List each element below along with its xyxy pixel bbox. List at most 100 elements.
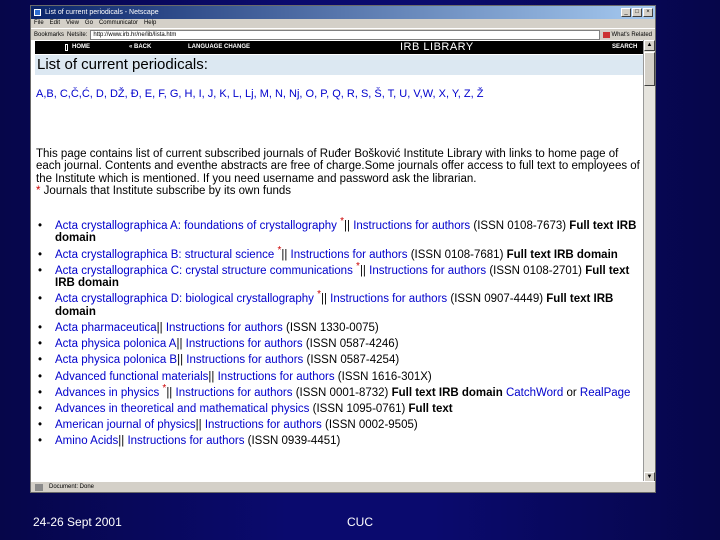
maximize-button[interactable]: □ [632, 8, 642, 17]
journal-title-link[interactable]: Acta physica polonica B [55, 354, 177, 366]
status-text: Document: Done [49, 484, 95, 490]
issn: (ISSN 1095-0761) [312, 403, 406, 416]
issn: (ISSN 1616-301X) [337, 370, 432, 383]
journal-title-link[interactable]: Acta pharmaceutica [55, 322, 157, 334]
separator: || [166, 386, 173, 399]
page-content: HOME « BACK LANGUAGE CHANGE IRB LIBRARY … [31, 40, 645, 483]
netscape-icon [34, 9, 41, 16]
journal-title-link[interactable]: Acta crystallographica D: biological cry… [55, 293, 314, 305]
nav-back-link[interactable]: « BACK [129, 41, 151, 54]
full-text-note: Full text IRB domain [506, 248, 618, 261]
menu-file[interactable]: File [34, 19, 44, 28]
menu-bar: File Edit View Go Communicator Help [31, 19, 655, 28]
bullet-icon: • [38, 322, 43, 335]
separator: || [176, 338, 183, 351]
issn: (ISSN 0108-2701) [489, 264, 583, 277]
bullet-icon: • [38, 403, 43, 416]
separator: || [359, 264, 366, 277]
journal-item: • Advances in theoretical and mathematica… [38, 403, 642, 415]
security-icon [35, 484, 43, 491]
instructions-link[interactable]: Instructions for authors [176, 387, 293, 399]
whats-related-button[interactable]: What's Related [602, 31, 653, 38]
status-bar: Document: Done [31, 481, 655, 492]
journal-title-link[interactable]: Acta crystallographica A: foundations of… [55, 220, 337, 232]
nav-language-link[interactable]: LANGUAGE CHANGE [188, 41, 250, 54]
journal-title-link[interactable]: Acta crystallographica B: structural sci… [55, 249, 274, 261]
full-text-note: Full text IRB domain [391, 386, 503, 399]
separator: || [156, 322, 163, 335]
separator: || [320, 293, 327, 306]
home-icon [65, 44, 68, 51]
vertical-scrollbar[interactable]: ▲ ▼ [643, 40, 655, 483]
journal-title-link[interactable]: Amino Acids [55, 435, 118, 447]
journal-item: • Acta physica polonica A|| Instructions … [38, 338, 642, 350]
page-title: List of current periodicals: [37, 56, 208, 73]
instructions-link[interactable]: Instructions for authors [186, 354, 303, 366]
slide-footer-center: CUC [347, 515, 373, 529]
menu-help[interactable]: Help [144, 19, 156, 28]
catchword-link[interactable]: CatchWord [506, 387, 563, 399]
menu-view[interactable]: View [66, 19, 79, 28]
bullet-icon: • [38, 338, 43, 351]
journal-item: • Acta pharmaceutica|| Instructions for a… [38, 322, 642, 334]
instructions-link[interactable]: Instructions for authors [127, 435, 244, 447]
journal-item: • Acta crystallographica D: biological cr… [38, 290, 642, 318]
instructions-link[interactable]: Instructions for authors [291, 249, 408, 261]
journal-title-link[interactable]: Acta crystallographica C: crystal struct… [55, 265, 353, 277]
instructions-link[interactable]: Instructions for authors [330, 293, 447, 305]
journal-item: • American journal of physics|| Instructi… [38, 419, 642, 431]
bullet-icon: • [38, 220, 43, 232]
issn: (ISSN 0907-4449) [450, 293, 544, 306]
menu-edit[interactable]: Edit [50, 19, 60, 28]
journal-item: • Amino Acids|| Instructions for authors … [38, 435, 642, 447]
instructions-link[interactable]: Instructions for authors [369, 265, 486, 277]
issn: (ISSN 0587-4246) [305, 338, 399, 351]
journal-item: • Acta crystallographica B: structural sc… [38, 245, 642, 261]
intro-text: This page contains list of current subsc… [36, 148, 642, 198]
bookmarks-button[interactable]: Bookmarks [34, 32, 64, 38]
journal-item: • Advances in physics *|| Instructions fo… [38, 384, 642, 399]
bullet-icon: • [38, 419, 43, 432]
journal-title-link[interactable]: Advances in theoretical and mathematical… [55, 403, 309, 415]
menu-go[interactable]: Go [85, 19, 93, 28]
journal-item: • Acta physica polonica B|| Instructions … [38, 354, 642, 366]
menu-communicator[interactable]: Communicator [99, 19, 138, 28]
bullet-icon: • [38, 293, 43, 306]
issn: (ISSN 0001-8732) [295, 386, 389, 399]
scroll-up-button[interactable]: ▲ [644, 40, 655, 51]
url-input[interactable]: http://www.irb.hr/ne/lib/lista.htm [90, 29, 600, 40]
instructions-link[interactable]: Instructions for authors [218, 371, 335, 383]
issn: (ISSN 0939-4451) [247, 435, 341, 448]
minimize-button[interactable]: _ [621, 8, 631, 17]
separator: || [281, 248, 288, 261]
instructions-link[interactable]: Instructions for authors [353, 220, 470, 232]
journal-title-link[interactable]: American journal of physics [55, 419, 196, 431]
issn: (ISSN 0108-7681) [410, 248, 504, 261]
alphabet-index[interactable]: A,B, C,Č,Ć, D, DŽ, Đ, E, F, G, H, I, J, … [36, 88, 483, 100]
bullet-icon: • [38, 354, 43, 367]
instructions-link[interactable]: Instructions for authors [186, 338, 303, 350]
journal-list: • Acta crystallographica A: foundations o… [38, 217, 642, 452]
journal-title-link[interactable]: Advances in physics [55, 387, 159, 399]
slide-footer-date: 24-26 Sept 2001 [33, 515, 122, 529]
separator: || [344, 220, 350, 232]
bullet-icon: • [38, 370, 43, 383]
nav-search-link[interactable]: SEARCH [612, 41, 637, 54]
bullet-icon: • [38, 264, 43, 277]
issn: (ISSN 0108-7673) [473, 220, 567, 232]
nav-home-link[interactable]: HOME [72, 41, 90, 54]
whats-related-label: What's Related [611, 31, 653, 38]
journal-title-link[interactable]: Acta physica polonica A [55, 338, 176, 350]
bullet-icon: • [38, 386, 43, 399]
scroll-thumb[interactable] [644, 52, 655, 86]
close-button[interactable]: × [643, 8, 653, 17]
journal-title-link[interactable]: Advanced functional materials [55, 371, 208, 383]
instructions-link[interactable]: Instructions for authors [166, 322, 283, 334]
issn: (ISSN 1330-0075) [286, 322, 379, 335]
separator: || [195, 419, 202, 432]
bullet-icon: • [38, 248, 43, 261]
journal-item: • Acta crystallographica A: foundations o… [38, 217, 642, 245]
instructions-link[interactable]: Instructions for authors [205, 419, 322, 431]
full-text-note: Full text [408, 403, 453, 416]
realpage-link[interactable]: RealPage [580, 387, 631, 399]
